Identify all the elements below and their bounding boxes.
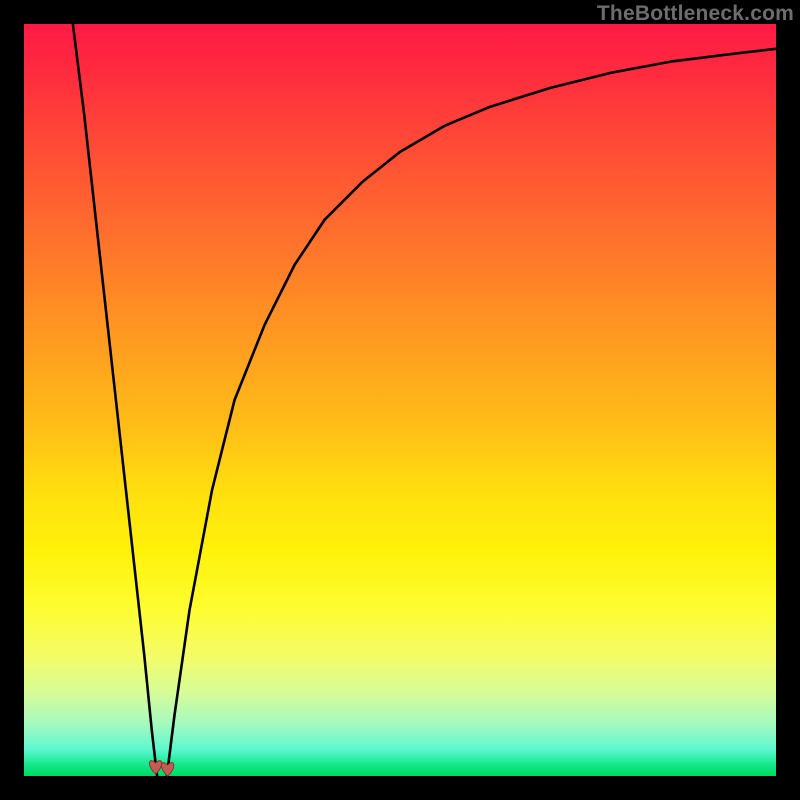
- chart-frame: TheBottleneck.com: [0, 0, 800, 800]
- bottleneck-curve-left: [73, 24, 157, 776]
- heart-marker-icon: [149, 761, 173, 776]
- watermark-text: TheBottleneck.com: [597, 2, 794, 26]
- plot-area: [24, 24, 776, 776]
- bottleneck-curve-right: [167, 49, 776, 776]
- curve-layer: [24, 24, 776, 776]
